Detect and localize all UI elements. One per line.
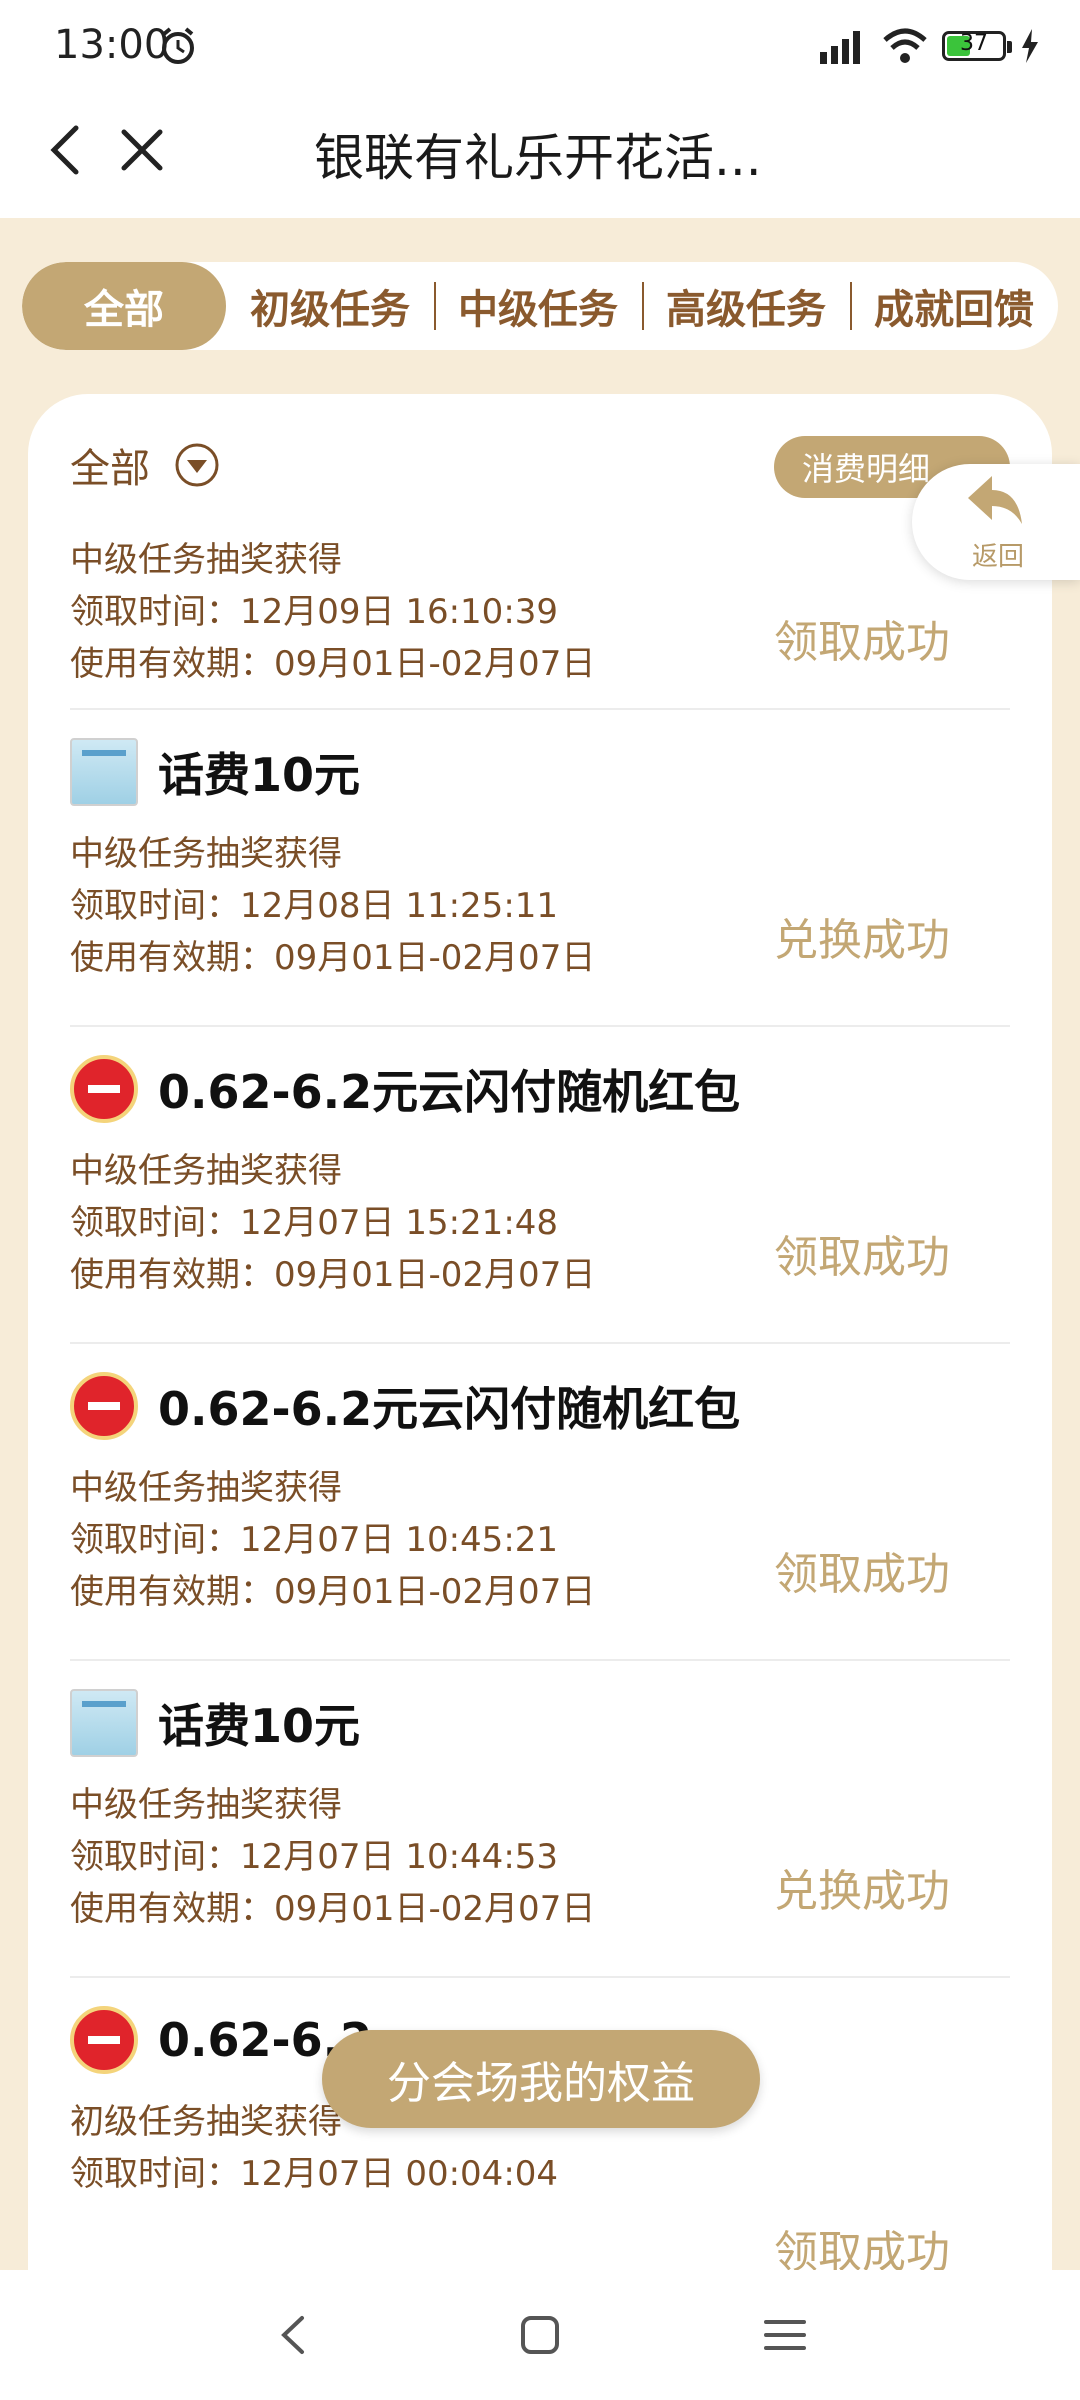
entry-meta: 中级任务抽奖获得 领取时间：12月07日 10:45:21 使用有效期：09月0… [70,1468,596,1612]
signal-icon [820,31,860,64]
list-item: 话费10元 中级任务抽奖获得 领取时间：12月07日 10:44:53 使用有效… [70,1661,1010,1978]
entry-title: 话费10元 [158,748,361,802]
charging-icon [1022,29,1038,63]
close-icon[interactable] [112,120,172,180]
entry-status: 领取成功 [774,2227,950,2274]
entry-meta: 中级任务抽奖获得 领取时间：12月07日 10:44:53 使用有效期：09月0… [70,1785,596,1929]
entry-meta: 中级任务抽奖获得 领取时间：12月08日 11:25:11 使用有效期：09月0… [70,834,596,978]
entry-status: 领取成功 [774,1232,950,1283]
my-benefits-button[interactable]: 分会场我的权益 [322,2030,760,2128]
unionpay-icon [70,1055,138,1123]
tab-advanced[interactable]: 高级任务 [642,262,850,350]
filter-label: 全部 [70,446,150,492]
entry-status: 兑换成功 [774,915,950,966]
battery-icon: 37 [942,31,1012,61]
chevron-down-icon [175,443,219,487]
entry-title: 0.62-6.2元云闪付随机红包 [158,1382,741,1436]
task-tabs: 全部 初级任务 中级任务 高级任务 成就回馈 [22,262,1058,350]
status-time: 13:00 [54,22,170,68]
list-item: 话费10元 中级任务抽奖获得 领取时间：12月08日 11:25:11 使用有效… [70,710,1010,1027]
entry-status: 兑换成功 [774,1866,950,1917]
nav-home-icon[interactable] [515,2310,565,2360]
tab-all[interactable]: 全部 [22,262,226,350]
status-bar: 13:00 37 [0,0,1080,90]
wifi-icon [883,28,927,63]
reward-list: 中级任务抽奖获得 领取时间：12月09日 16:10:39 使用有效期：09月0… [70,534,1010,2274]
tab-achievement[interactable]: 成就回馈 [850,262,1058,350]
alarm-icon [162,27,194,64]
entry-meta: 中级任务抽奖获得 领取时间：12月09日 16:10:39 使用有效期：09月0… [70,540,596,684]
entry-status: 领取成功 [774,1549,950,1600]
unionpay-icon [70,1372,138,1440]
list-item: 0.62-6.2元云闪付随机红包 中级任务抽奖获得 领取时间：12月07日 10… [70,1344,1010,1661]
consumption-detail-label: 消费明细 [802,450,931,488]
status-icons: 37 [816,26,1040,66]
floating-back-label: 返回 [972,542,1025,572]
page-title: 银联有礼乐开花活... [314,129,762,187]
tab-beginner[interactable]: 初级任务 [226,262,434,350]
entry-status: 领取成功 [774,617,950,668]
phone-credit-icon [70,738,138,806]
floating-back-button[interactable]: 返回 [912,464,1080,580]
title-bar: 银联有礼乐开花活... [0,90,1080,218]
rewards-card: 全部 消费明细 中级任务抽奖获得 领取时间：12月09日 16:10:39 使用… [28,394,1052,2274]
list-item: 0.62-6.2元云闪付随机红包 中级任务抽奖获得 领取时间：12月07日 15… [70,1027,1010,1344]
nav-menu-icon[interactable] [760,2310,810,2360]
tab-intermediate[interactable]: 中级任务 [434,262,642,350]
return-arrow-icon [968,476,1022,524]
my-benefits-label: 分会场我的权益 [387,2058,695,2109]
entry-title: 0.62-6.2元云闪付随机红包 [158,1065,741,1119]
entry-title: 话费10元 [158,1699,361,1753]
system-nav-bar [0,2270,1080,2400]
filter-dropdown[interactable]: 全部 [70,436,220,494]
list-item: 中级任务抽奖获得 领取时间：12月09日 16:10:39 使用有效期：09月0… [70,534,1010,710]
unionpay-icon [70,2006,138,2074]
nav-back-icon[interactable] [270,2310,320,2360]
entry-meta: 中级任务抽奖获得 领取时间：12月07日 15:21:48 使用有效期：09月0… [70,1151,596,1295]
phone-credit-icon [70,1689,138,1757]
back-arrow-icon[interactable] [38,120,98,180]
